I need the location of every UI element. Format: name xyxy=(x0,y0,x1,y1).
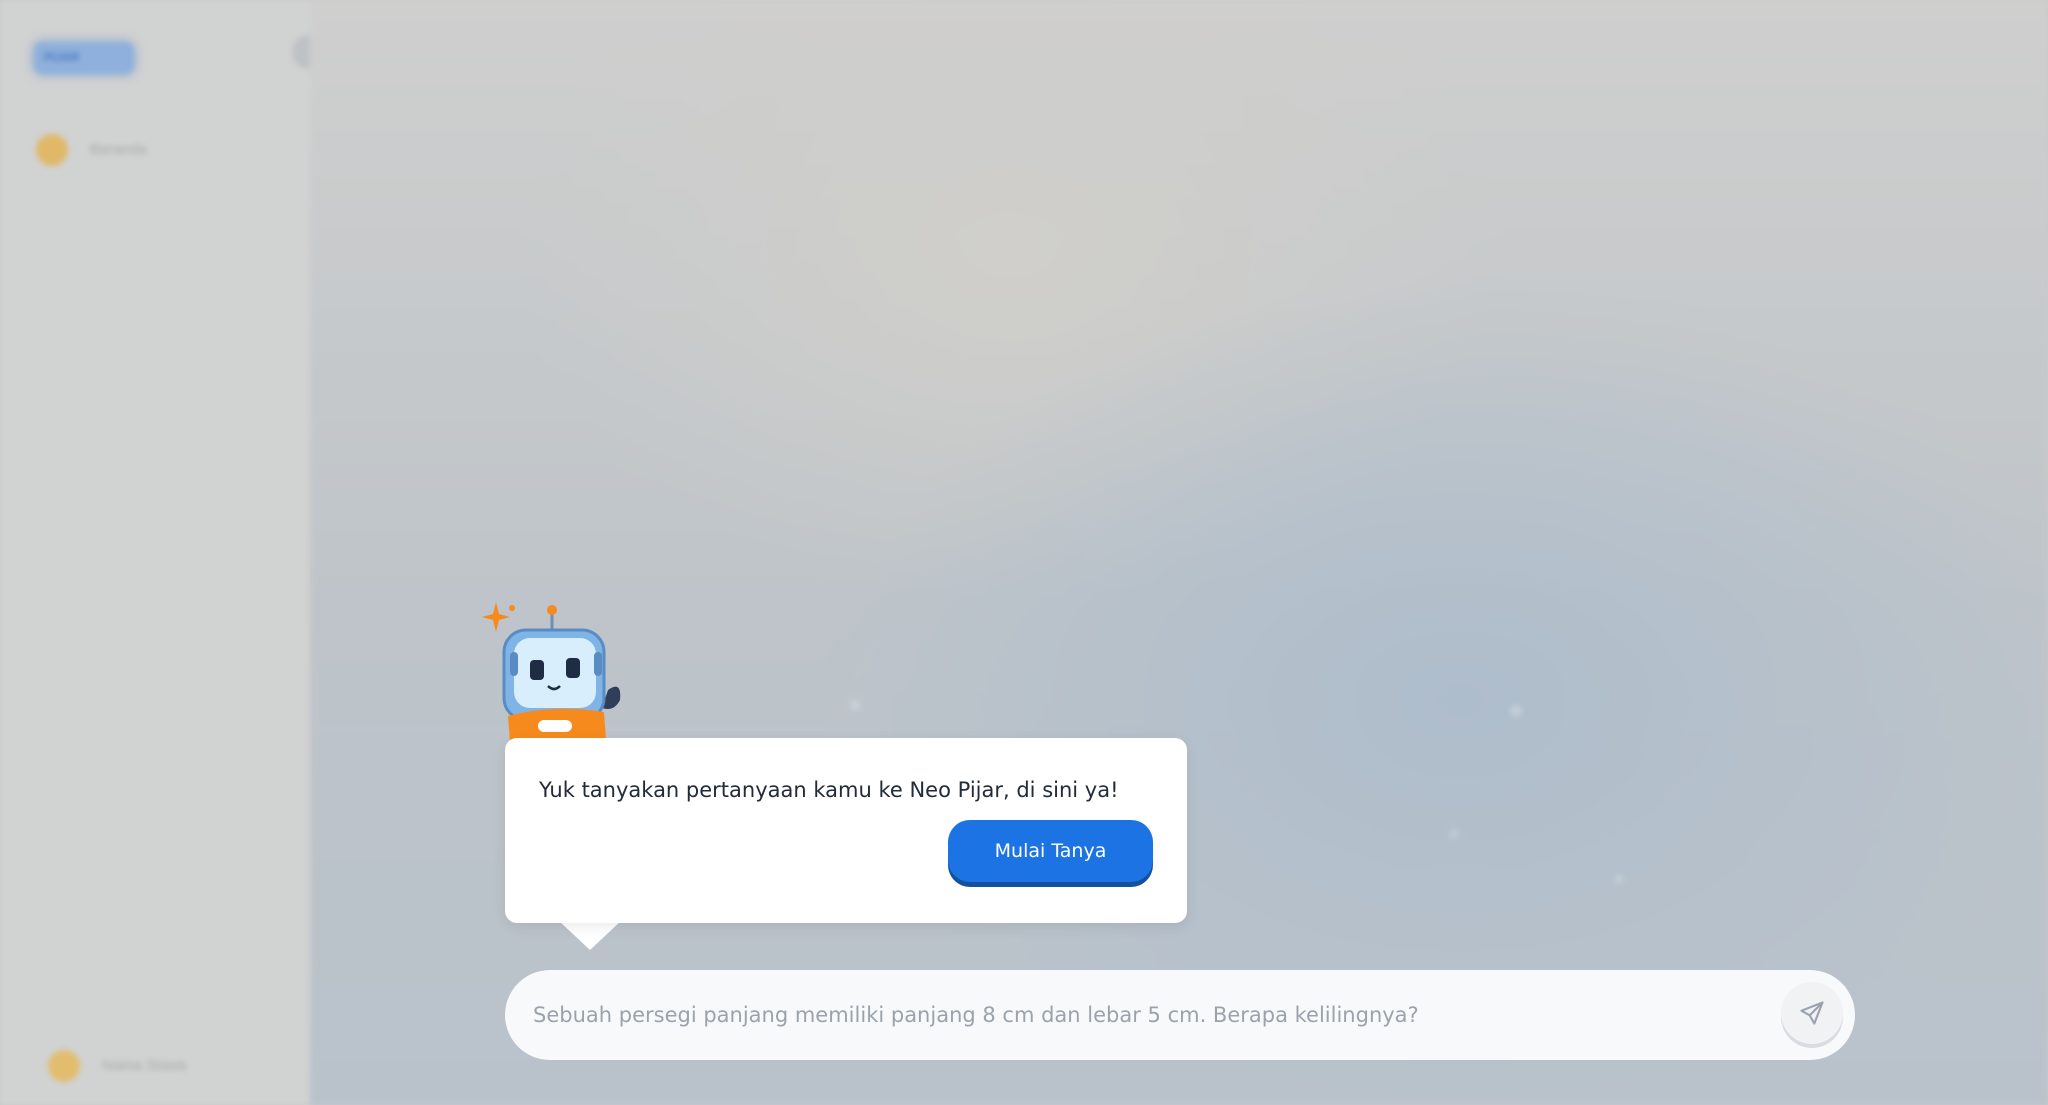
sparkle-decoration xyxy=(850,700,860,710)
background-app: PIJAR Beranda Nama Siswa xyxy=(0,0,2048,1105)
profile-name: Nama Siswa xyxy=(102,1057,187,1074)
app-logo-text: PIJAR xyxy=(44,50,80,64)
sidebar-item-home: Beranda xyxy=(36,132,196,168)
start-asking-button[interactable]: Mulai Tanya xyxy=(948,820,1153,882)
avatar xyxy=(48,1050,80,1082)
prompt-card: Yuk tanyakan pertanyaan kamu ke Neo Pija… xyxy=(505,738,1187,923)
sidebar-profile: Nama Siswa xyxy=(48,1048,218,1084)
send-icon xyxy=(1800,1001,1824,1025)
chat-input-bar xyxy=(505,970,1855,1060)
send-button[interactable] xyxy=(1781,982,1843,1044)
sidebar: PIJAR Beranda Nama Siswa xyxy=(0,0,310,1105)
home-icon xyxy=(36,134,68,166)
sparkle-decoration xyxy=(1615,875,1623,883)
speech-bubble-tail xyxy=(558,920,622,950)
sparkle-decoration xyxy=(1450,830,1458,838)
sparkle-decoration xyxy=(1510,705,1522,717)
question-input[interactable] xyxy=(533,992,1703,1038)
sidebar-item-label: Beranda xyxy=(90,141,147,158)
prompt-message: Yuk tanyakan pertanyaan kamu ke Neo Pija… xyxy=(539,778,1119,802)
